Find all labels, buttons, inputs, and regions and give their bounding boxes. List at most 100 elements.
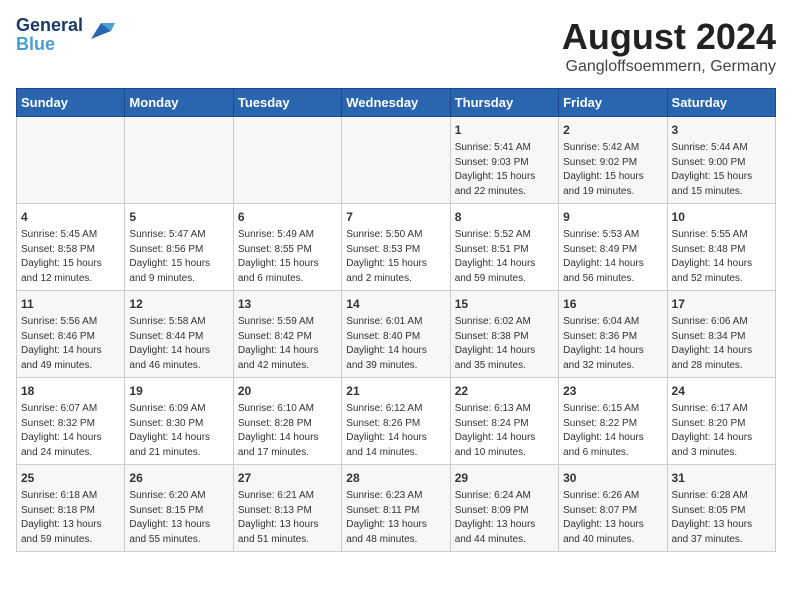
day-number: 8 xyxy=(455,208,554,226)
day-detail: Sunrise: 5:45 AM Sunset: 8:58 PM Dayligh… xyxy=(21,228,120,286)
day-number: 21 xyxy=(346,382,445,400)
calendar-cell: 18Sunrise: 6:07 AM Sunset: 8:32 PM Dayli… xyxy=(17,378,125,465)
day-detail: Sunrise: 6:04 AM Sunset: 8:36 PM Dayligh… xyxy=(563,315,662,373)
header-cell-friday: Friday xyxy=(559,89,667,117)
calendar-cell: 7 Sunrise: 5:50 AM Sunset: 8:53 PM Daylig… xyxy=(342,204,450,291)
calendar-cell: 4 Sunrise: 5:45 AM Sunset: 8:58 PM Daylig… xyxy=(17,204,125,291)
day-number: 9 xyxy=(563,208,662,226)
calendar-cell: 5Sunrise: 5:47 AM Sunset: 8:56 PM Daylig… xyxy=(125,204,233,291)
day-detail: Sunrise: 6:09 AM Sunset: 8:30 PM Dayligh… xyxy=(129,402,228,460)
day-number: 27 xyxy=(238,469,337,487)
day-number: 13 xyxy=(238,295,337,313)
calendar-cell: 29Sunrise: 6:24 AM Sunset: 8:09 PM Dayli… xyxy=(450,465,558,552)
day-number: 31 xyxy=(672,469,771,487)
day-number: 16 xyxy=(563,295,662,313)
day-number: 22 xyxy=(455,382,554,400)
calendar-cell xyxy=(233,117,341,204)
day-number: 17 xyxy=(672,295,771,313)
subtitle: Gangloffsoemmern, Germany xyxy=(562,58,776,76)
header: General Blue August 2024 Gangloffsoemmer… xyxy=(16,16,776,76)
day-number: 26 xyxy=(129,469,228,487)
header-cell-thursday: Thursday xyxy=(450,89,558,117)
day-number: 28 xyxy=(346,469,445,487)
calendar-cell: 27 Sunrise: 6:21 AM Sunset: 8:13 PM Dayli… xyxy=(233,465,341,552)
calendar-cell: 22 Sunrise: 6:13 AM Sunset: 8:24 PM Dayli… xyxy=(450,378,558,465)
calendar-cell: 21 Sunrise: 6:12 AM Sunset: 8:26 PM Dayli… xyxy=(342,378,450,465)
week-row-4: 18Sunrise: 6:07 AM Sunset: 8:32 PM Dayli… xyxy=(17,378,776,465)
calendar-cell: 17 Sunrise: 6:06 AM Sunset: 8:34 PM Dayli… xyxy=(667,291,775,378)
day-detail: Sunrise: 6:23 AM Sunset: 8:11 PM Dayligh… xyxy=(346,489,445,547)
day-number: 30 xyxy=(563,469,662,487)
main-title: August 2024 xyxy=(562,16,776,58)
calendar-cell xyxy=(17,117,125,204)
day-detail: Sunrise: 5:53 AM Sunset: 8:49 PM Dayligh… xyxy=(563,228,662,286)
calendar-cell: 16 Sunrise: 6:04 AM Sunset: 8:36 PM Dayli… xyxy=(559,291,667,378)
day-number: 6 xyxy=(238,208,337,226)
day-detail: Sunrise: 6:21 AM Sunset: 8:13 PM Dayligh… xyxy=(238,489,337,547)
day-detail: Sunrise: 6:28 AM Sunset: 8:05 PM Dayligh… xyxy=(672,489,771,547)
day-number: 2 xyxy=(563,121,662,139)
day-number: 25 xyxy=(21,469,120,487)
day-detail: Sunrise: 5:56 AM Sunset: 8:46 PM Dayligh… xyxy=(21,315,120,373)
day-detail: Sunrise: 6:15 AM Sunset: 8:22 PM Dayligh… xyxy=(563,402,662,460)
calendar-table: SundayMondayTuesdayWednesdayThursdayFrid… xyxy=(16,88,776,552)
logo-blue: Blue xyxy=(16,35,83,54)
calendar-cell: 23 Sunrise: 6:15 AM Sunset: 8:22 PM Dayli… xyxy=(559,378,667,465)
calendar-cell: 30 Sunrise: 6:26 AM Sunset: 8:07 PM Dayli… xyxy=(559,465,667,552)
day-number: 4 xyxy=(21,208,120,226)
header-cell-saturday: Saturday xyxy=(667,89,775,117)
calendar-cell: 1Sunrise: 5:41 AM Sunset: 9:03 PM Daylig… xyxy=(450,117,558,204)
day-detail: Sunrise: 6:13 AM Sunset: 8:24 PM Dayligh… xyxy=(455,402,554,460)
logo: General Blue xyxy=(16,16,115,54)
week-row-3: 11 Sunrise: 5:56 AM Sunset: 8:46 PM Dayli… xyxy=(17,291,776,378)
calendar-cell: 26 Sunrise: 6:20 AM Sunset: 8:15 PM Dayli… xyxy=(125,465,233,552)
calendar-cell: 3Sunrise: 5:44 AM Sunset: 9:00 PM Daylig… xyxy=(667,117,775,204)
day-detail: Sunrise: 5:52 AM Sunset: 8:51 PM Dayligh… xyxy=(455,228,554,286)
calendar-cell: 25 Sunrise: 6:18 AM Sunset: 8:18 PM Dayli… xyxy=(17,465,125,552)
day-detail: Sunrise: 6:10 AM Sunset: 8:28 PM Dayligh… xyxy=(238,402,337,460)
day-number: 19 xyxy=(129,382,228,400)
calendar-cell: 15 Sunrise: 6:02 AM Sunset: 8:38 PM Dayli… xyxy=(450,291,558,378)
day-number: 23 xyxy=(563,382,662,400)
week-row-5: 25 Sunrise: 6:18 AM Sunset: 8:18 PM Dayli… xyxy=(17,465,776,552)
calendar-cell: 28 Sunrise: 6:23 AM Sunset: 8:11 PM Dayli… xyxy=(342,465,450,552)
day-number: 20 xyxy=(238,382,337,400)
calendar-cell: 12Sunrise: 5:58 AM Sunset: 8:44 PM Dayli… xyxy=(125,291,233,378)
day-detail: Sunrise: 5:49 AM Sunset: 8:55 PM Dayligh… xyxy=(238,228,337,286)
calendar-cell: 24Sunrise: 6:17 AM Sunset: 8:20 PM Dayli… xyxy=(667,378,775,465)
day-detail: Sunrise: 5:41 AM Sunset: 9:03 PM Dayligh… xyxy=(455,141,554,199)
calendar-cell: 9 Sunrise: 5:53 AM Sunset: 8:49 PM Daylig… xyxy=(559,204,667,291)
day-number: 11 xyxy=(21,295,120,313)
day-detail: Sunrise: 5:42 AM Sunset: 9:02 PM Dayligh… xyxy=(563,141,662,199)
day-detail: Sunrise: 6:02 AM Sunset: 8:38 PM Dayligh… xyxy=(455,315,554,373)
title-block: August 2024 Gangloffsoemmern, Germany xyxy=(562,16,776,76)
calendar-cell: 6 Sunrise: 5:49 AM Sunset: 8:55 PM Daylig… xyxy=(233,204,341,291)
logo-general: General xyxy=(16,16,83,35)
calendar-cell: 11 Sunrise: 5:56 AM Sunset: 8:46 PM Dayli… xyxy=(17,291,125,378)
day-detail: Sunrise: 6:18 AM Sunset: 8:18 PM Dayligh… xyxy=(21,489,120,547)
day-detail: Sunrise: 5:44 AM Sunset: 9:00 PM Dayligh… xyxy=(672,141,771,199)
day-number: 5 xyxy=(129,208,228,226)
day-number: 24 xyxy=(672,382,771,400)
day-number: 7 xyxy=(346,208,445,226)
calendar-cell xyxy=(125,117,233,204)
day-number: 15 xyxy=(455,295,554,313)
week-row-1: 1Sunrise: 5:41 AM Sunset: 9:03 PM Daylig… xyxy=(17,117,776,204)
day-detail: Sunrise: 5:55 AM Sunset: 8:48 PM Dayligh… xyxy=(672,228,771,286)
day-detail: Sunrise: 5:59 AM Sunset: 8:42 PM Dayligh… xyxy=(238,315,337,373)
day-detail: Sunrise: 6:26 AM Sunset: 8:07 PM Dayligh… xyxy=(563,489,662,547)
day-detail: Sunrise: 5:50 AM Sunset: 8:53 PM Dayligh… xyxy=(346,228,445,286)
calendar-cell: 31 Sunrise: 6:28 AM Sunset: 8:05 PM Dayli… xyxy=(667,465,775,552)
day-detail: Sunrise: 6:06 AM Sunset: 8:34 PM Dayligh… xyxy=(672,315,771,373)
calendar-cell: 13 Sunrise: 5:59 AM Sunset: 8:42 PM Dayli… xyxy=(233,291,341,378)
calendar-cell xyxy=(342,117,450,204)
week-row-2: 4 Sunrise: 5:45 AM Sunset: 8:58 PM Daylig… xyxy=(17,204,776,291)
calendar-cell: 10Sunrise: 5:55 AM Sunset: 8:48 PM Dayli… xyxy=(667,204,775,291)
calendar-cell: 8 Sunrise: 5:52 AM Sunset: 8:51 PM Daylig… xyxy=(450,204,558,291)
calendar-header-row: SundayMondayTuesdayWednesdayThursdayFrid… xyxy=(17,89,776,117)
header-cell-wednesday: Wednesday xyxy=(342,89,450,117)
header-cell-sunday: Sunday xyxy=(17,89,125,117)
day-number: 18 xyxy=(21,382,120,400)
day-detail: Sunrise: 6:20 AM Sunset: 8:15 PM Dayligh… xyxy=(129,489,228,547)
day-detail: Sunrise: 6:12 AM Sunset: 8:26 PM Dayligh… xyxy=(346,402,445,460)
